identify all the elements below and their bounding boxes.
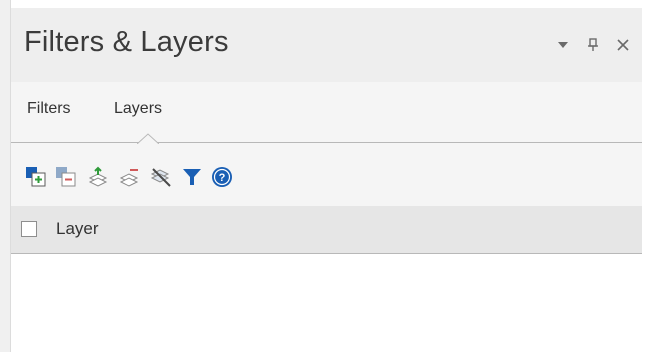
filter-icon[interactable] — [181, 166, 203, 188]
help-icon[interactable]: ? — [211, 166, 233, 188]
tab-layers[interactable]: Layers — [114, 100, 162, 118]
panel-titlebar: Filters & Layers — [11, 8, 642, 82]
tab-strip: Filters Layers — [11, 82, 642, 144]
pin-icon[interactable] — [586, 38, 600, 52]
layer-list[interactable] — [11, 254, 642, 352]
layer-column-label: Layer — [56, 219, 99, 238]
window-controls — [556, 38, 630, 52]
close-icon[interactable] — [616, 38, 630, 52]
tab-underline — [11, 142, 642, 143]
layer-up-icon[interactable] — [87, 166, 109, 188]
right-frame — [642, 0, 648, 352]
left-frame — [0, 0, 11, 352]
svg-text:?: ? — [219, 172, 226, 184]
clear-layers-icon[interactable] — [150, 166, 172, 188]
layer-list-header: Layer — [11, 206, 642, 254]
add-layer-icon[interactable] — [25, 166, 47, 188]
layers-toolbar: ? — [11, 144, 642, 206]
dropdown-icon[interactable] — [556, 38, 570, 52]
panel-title: Filters & Layers — [24, 26, 229, 58]
remove-layer-icon[interactable] — [55, 166, 77, 188]
filters-layers-panel: Filters & Layers Filters Layers ? Layer — [11, 8, 642, 352]
layer-down-icon[interactable] — [118, 166, 140, 188]
tab-filters[interactable]: Filters — [27, 100, 71, 118]
select-all-checkbox[interactable] — [21, 221, 37, 237]
